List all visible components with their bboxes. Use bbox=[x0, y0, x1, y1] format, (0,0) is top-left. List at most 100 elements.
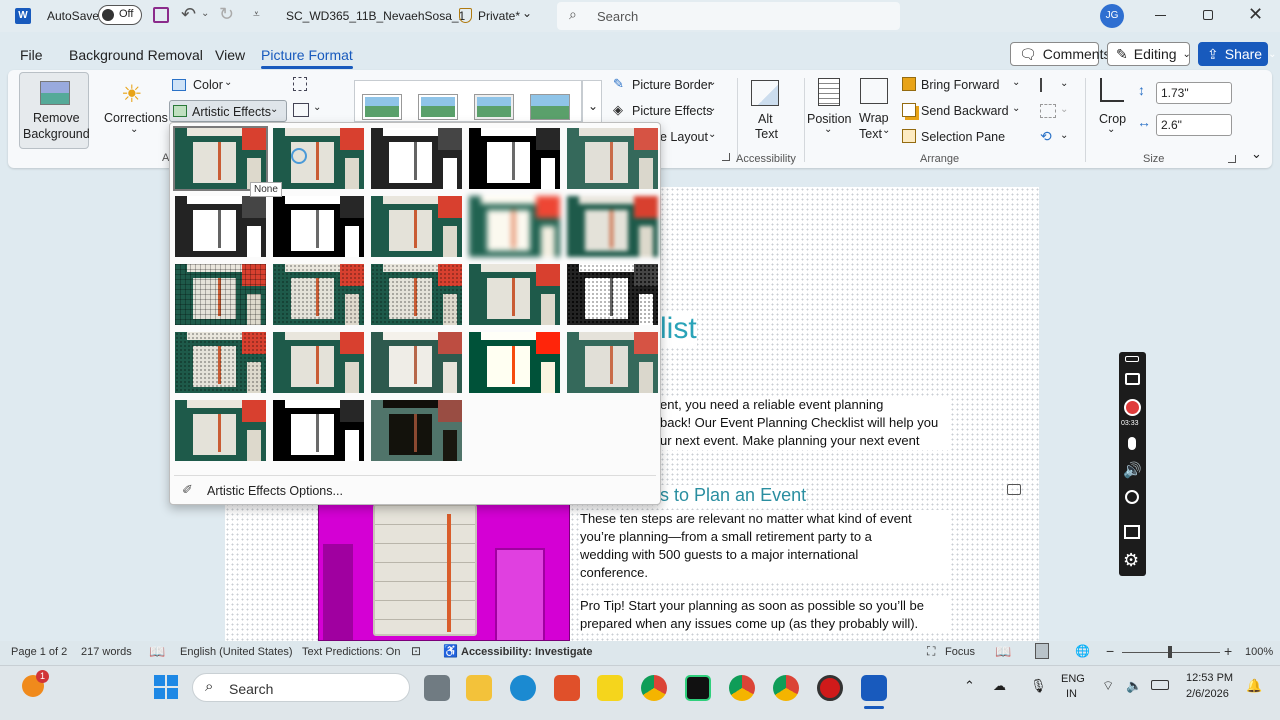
width-input[interactable]: 2.6" bbox=[1156, 114, 1232, 136]
effect-thumb-glass[interactable] bbox=[567, 264, 658, 325]
change-picture-icon[interactable] bbox=[293, 103, 309, 117]
close-icon[interactable]: ✕ bbox=[1248, 4, 1263, 25]
effect-thumb-blur[interactable] bbox=[567, 196, 658, 257]
notifications-icon[interactable]: 🔔 bbox=[1246, 678, 1262, 694]
pycharm-icon[interactable] bbox=[685, 675, 711, 701]
camera-icon[interactable] bbox=[1125, 373, 1140, 385]
word-app-icon[interactable] bbox=[861, 675, 887, 701]
effect-thumb-paint-brush[interactable] bbox=[371, 196, 462, 257]
style-thumb[interactable] bbox=[419, 95, 457, 119]
effect-thumb-none[interactable] bbox=[173, 126, 268, 191]
microphone-tray-icon[interactable]: 🎙 bbox=[1030, 678, 1047, 694]
recorder-app-icon[interactable] bbox=[817, 675, 843, 701]
effect-thumb-cutout[interactable] bbox=[175, 400, 266, 461]
height-input[interactable]: 1.73" bbox=[1156, 82, 1232, 104]
word-count[interactable]: 217 words bbox=[81, 646, 132, 658]
zoom-level[interactable]: 100% bbox=[1245, 646, 1273, 658]
onedrive-icon[interactable]: ☁ bbox=[993, 678, 1006, 694]
style-thumb[interactable] bbox=[363, 95, 401, 119]
picture-styles-gallery[interactable] bbox=[354, 80, 582, 122]
dialog-launcher-icon[interactable] bbox=[1228, 155, 1236, 163]
save-icon[interactable] bbox=[153, 7, 169, 23]
document-name[interactable]: SC_WD365_11B_NevaehSosa_1 bbox=[286, 9, 465, 23]
settings-gear-icon[interactable]: ⚙ bbox=[1123, 550, 1139, 571]
start-icon[interactable] bbox=[154, 675, 178, 699]
effect-thumb-chalk-sketch[interactable] bbox=[175, 196, 266, 257]
crop-button[interactable]: Crop ⌄ bbox=[1094, 76, 1130, 146]
restore-icon[interactable] bbox=[1203, 10, 1213, 20]
effect-thumb-plastic-wrap[interactable] bbox=[567, 332, 658, 393]
brave-icon[interactable] bbox=[554, 675, 580, 701]
minimize-icon[interactable] bbox=[1155, 15, 1166, 16]
sticky-notes-icon[interactable] bbox=[597, 675, 623, 701]
comments-button[interactable]: 🗨 Comments bbox=[1010, 42, 1110, 66]
tab-view[interactable]: View bbox=[215, 47, 245, 63]
read-mode-icon[interactable]: 📖 bbox=[995, 644, 1011, 660]
clock-date[interactable]: 2/6/2026 bbox=[1186, 688, 1229, 700]
zoom-out-icon[interactable]: − bbox=[1106, 643, 1114, 659]
tab-background-removal[interactable]: Background Removal bbox=[69, 47, 203, 63]
rotate-icon[interactable]: ⟲ bbox=[1040, 128, 1052, 145]
chrome-profile-2-icon[interactable] bbox=[773, 675, 799, 701]
dialog-launcher-icon[interactable] bbox=[722, 153, 730, 161]
style-thumb[interactable] bbox=[475, 95, 513, 119]
tab-picture-format[interactable]: Picture Format bbox=[261, 47, 353, 69]
picture-effects-button[interactable]: ◈ Picture Effects ⌄ bbox=[611, 102, 721, 120]
wifi-icon[interactable]: ⌔ bbox=[1102, 678, 1114, 694]
style-thumb[interactable] bbox=[531, 95, 569, 119]
web-layout-icon[interactable]: 🌐 bbox=[1075, 644, 1090, 658]
artistic-effects-options-button[interactable]: ✐ Artistic Effects Options... bbox=[176, 479, 656, 501]
align-icon[interactable] bbox=[1040, 78, 1056, 92]
show-hidden-icons-icon[interactable]: ⌃ bbox=[964, 678, 975, 694]
group-icon[interactable] bbox=[1040, 104, 1056, 118]
effect-thumb-pencil-grayscale[interactable] bbox=[371, 128, 462, 189]
picture-border-button[interactable]: ✎ Picture Border ⌄ bbox=[611, 76, 721, 94]
language-indicator-line1[interactable]: ENG bbox=[1061, 673, 1085, 685]
taskbar-search[interactable]: ⌕ Search bbox=[192, 673, 410, 702]
selection-pane-button[interactable]: Selection Pane bbox=[902, 128, 1012, 146]
tab-file[interactable]: File bbox=[20, 47, 43, 63]
bring-forward-button[interactable]: Bring Forward ⌄ bbox=[902, 76, 1022, 94]
search-box[interactable]: ⌕ Search bbox=[557, 2, 900, 30]
file-explorer-icon[interactable] bbox=[466, 675, 492, 701]
battery-icon[interactable] bbox=[1151, 680, 1169, 690]
effect-thumb-film-grain[interactable] bbox=[371, 264, 462, 325]
page-count[interactable]: Page 1 of 2 bbox=[11, 646, 67, 658]
record-icon[interactable] bbox=[1124, 399, 1141, 416]
privacy-label[interactable]: Private* bbox=[478, 9, 520, 23]
privacy-dropdown-icon[interactable]: ⌄ bbox=[522, 6, 532, 20]
effect-thumb-cement[interactable] bbox=[175, 332, 266, 393]
macro-icon[interactable]: ⊡ bbox=[411, 644, 421, 658]
clock-time[interactable]: 12:53 PM bbox=[1186, 672, 1233, 684]
drag-handle-icon[interactable] bbox=[1125, 356, 1139, 362]
zoom-in-icon[interactable]: + bbox=[1224, 643, 1232, 659]
text-predictions-label[interactable]: Text Predictions: On bbox=[302, 646, 400, 658]
compress-pictures-icon[interactable] bbox=[293, 77, 307, 91]
collapse-ribbon-icon[interactable]: ⌄ bbox=[1251, 146, 1262, 162]
effect-thumb-line-drawing[interactable] bbox=[567, 128, 658, 189]
effect-thumb-pastels-smooth[interactable] bbox=[469, 332, 560, 393]
task-view-icon[interactable] bbox=[424, 675, 450, 701]
chevron-down-icon[interactable]: ⌄ bbox=[1060, 130, 1068, 141]
pen-tool-icon[interactable] bbox=[1124, 525, 1140, 539]
microphone-icon[interactable] bbox=[1128, 437, 1136, 450]
document-picture[interactable] bbox=[318, 503, 570, 641]
effect-thumb-crisscross-etching[interactable] bbox=[371, 332, 462, 393]
share-button[interactable]: ⇪ Share ⌄ bbox=[1198, 42, 1276, 66]
effect-thumb-marker[interactable] bbox=[273, 128, 364, 189]
proofing-icon[interactable]: 📖 bbox=[149, 644, 165, 660]
edge-icon[interactable] bbox=[510, 675, 536, 701]
chrome-icon[interactable] bbox=[641, 675, 667, 701]
chevron-down-icon[interactable]: ⌄ bbox=[882, 125, 890, 136]
chrome-profile-icon[interactable] bbox=[729, 675, 755, 701]
webcam-icon[interactable] bbox=[1125, 490, 1139, 504]
alt-text-button[interactable]: Alt Text bbox=[745, 76, 785, 146]
position-button[interactable]: Position ⌄ bbox=[806, 76, 852, 146]
speaker-icon[interactable]: 🔊 bbox=[1123, 461, 1142, 479]
focus-icon[interactable]: ⛶ bbox=[927, 644, 935, 659]
effect-thumb-texturizer[interactable] bbox=[273, 332, 364, 393]
zoom-slider-thumb[interactable] bbox=[1168, 646, 1172, 658]
user-avatar[interactable]: JG bbox=[1100, 4, 1124, 28]
effect-thumb-paint-strokes[interactable] bbox=[273, 196, 364, 257]
undo-icon[interactable]: ↶ bbox=[181, 4, 196, 25]
